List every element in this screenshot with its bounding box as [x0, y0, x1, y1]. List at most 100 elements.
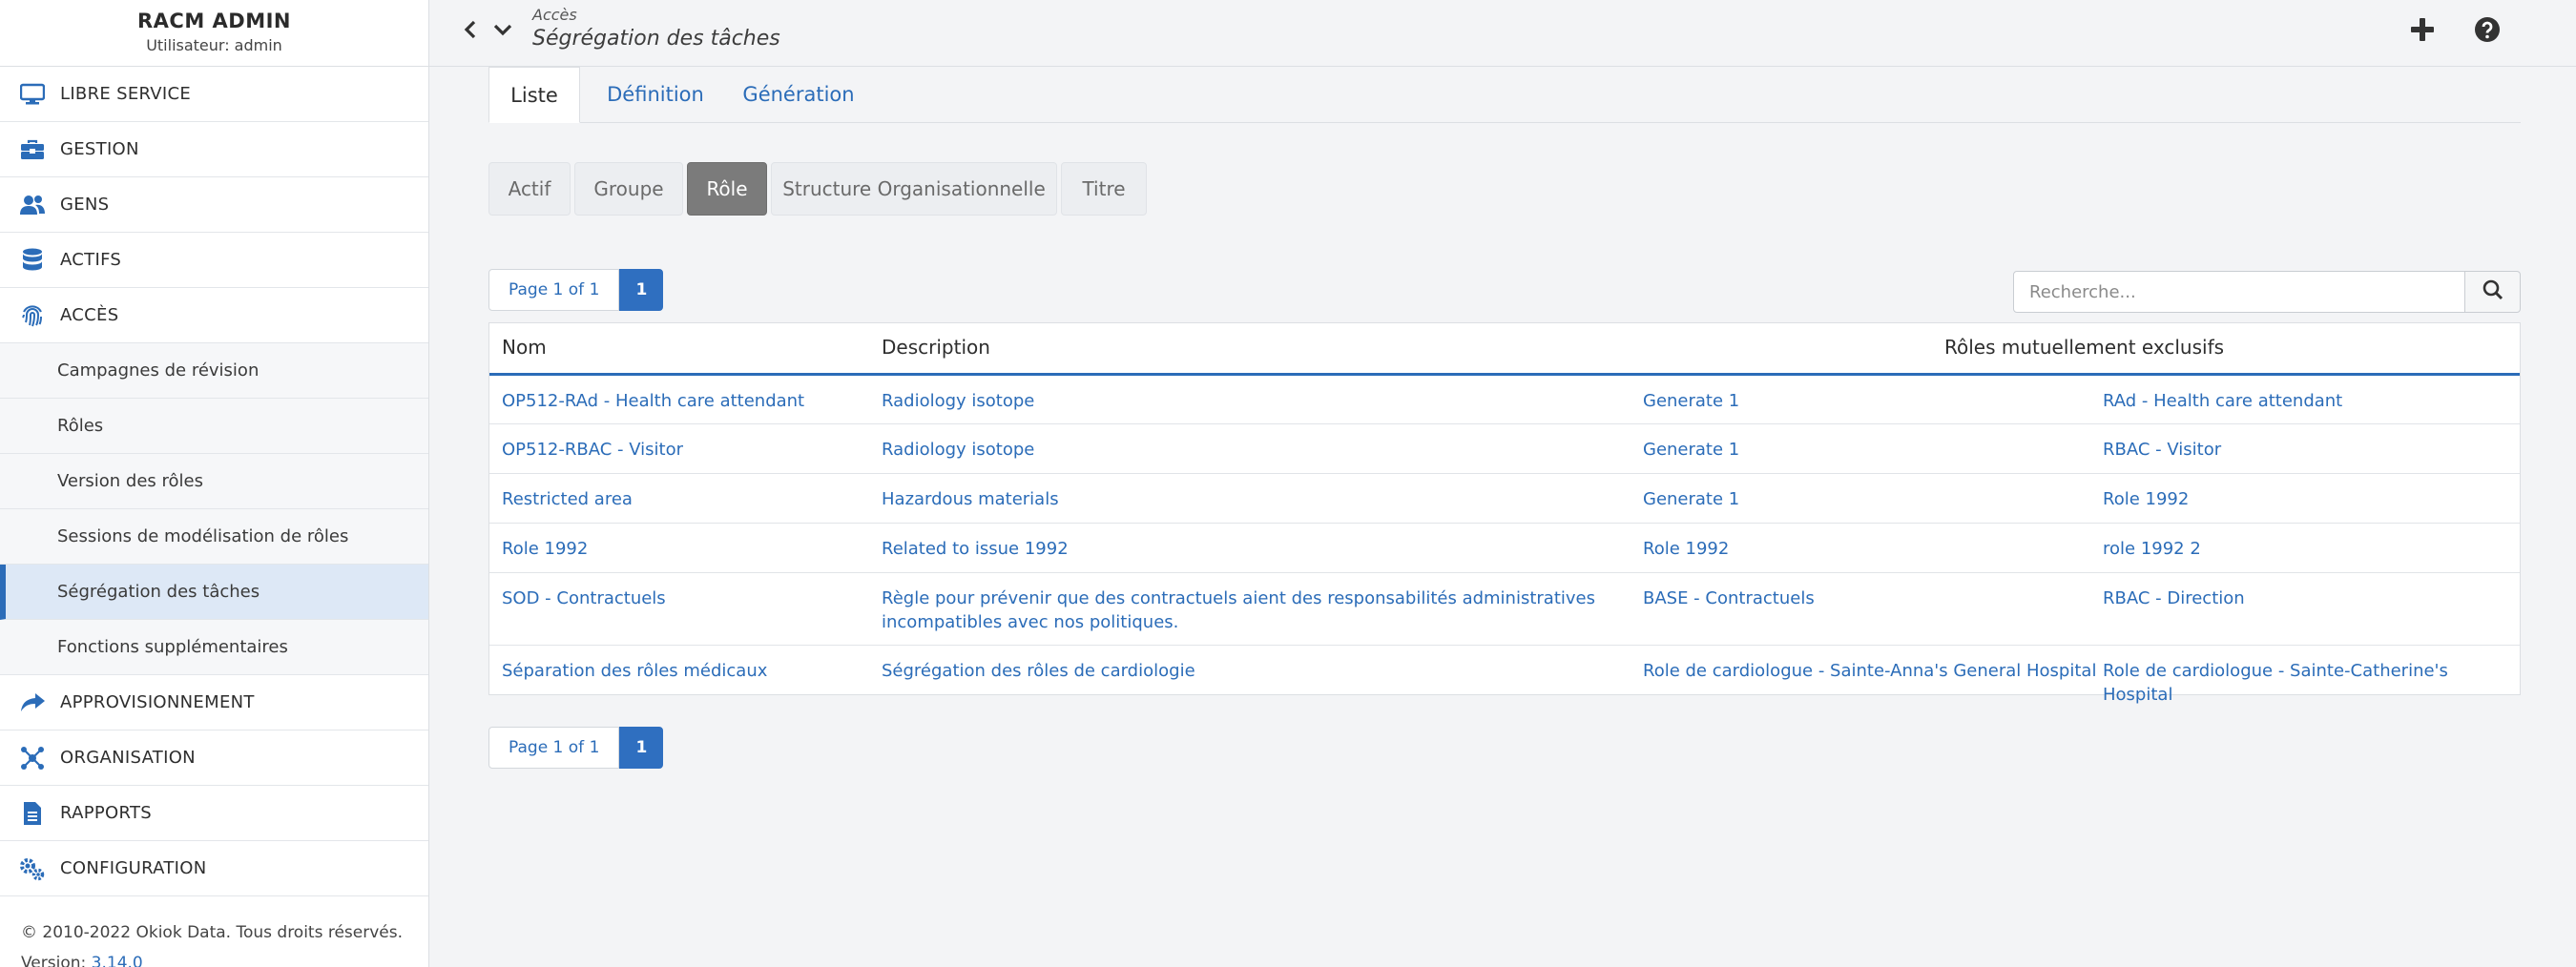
- search-icon: [2483, 279, 2503, 304]
- page-number[interactable]: 1: [619, 269, 664, 311]
- search-button[interactable]: [2465, 271, 2521, 313]
- column-header-roles-exclusifs: Rôles mutuellement exclusifs: [1944, 336, 2225, 359]
- view-tabs: Liste Définition Génération: [488, 67, 2521, 123]
- nav-gens[interactable]: GENS: [0, 177, 428, 233]
- cell-description[interactable]: Ségrégation des rôles de cardiologie: [882, 659, 1195, 683]
- nav-libre-service[interactable]: LIBRE SERVICE: [0, 67, 428, 122]
- cell-role-a[interactable]: Role 1992: [1643, 537, 1729, 561]
- cell-description[interactable]: Hazardous materials: [882, 487, 1059, 511]
- nav-label: GENS: [60, 195, 110, 215]
- nav-label: CONFIGURATION: [60, 858, 207, 878]
- cell-name[interactable]: Restricted area: [502, 487, 633, 511]
- table-row: OP512-RAd - Health care attendant Radiol…: [489, 376, 2520, 424]
- copyright: © 2010-2022 Okiok Data. Tous droits rése…: [21, 923, 404, 942]
- filter-role[interactable]: Rôle: [687, 162, 767, 216]
- cell-name[interactable]: OP512-RAd - Health care attendant: [502, 389, 804, 413]
- pagination-top: Page 1 of 1 1: [488, 269, 664, 311]
- database-icon: [19, 247, 46, 274]
- share-arrow-icon: [19, 689, 46, 716]
- chevron-left-icon: [463, 20, 478, 43]
- nav-label: ACTIFS: [60, 250, 122, 270]
- version-link[interactable]: 3.14.0: [92, 954, 143, 967]
- segregation-table: Nom Description Rôles mutuellement exclu…: [488, 322, 2521, 705]
- sidebar: RACM ADMIN Utilisateur: admin LIBRE SERV…: [0, 0, 429, 967]
- cell-name[interactable]: Role 1992: [502, 537, 588, 561]
- add-button[interactable]: [2408, 17, 2437, 46]
- page-number[interactable]: 1: [619, 727, 664, 769]
- help-button[interactable]: [2473, 17, 2502, 46]
- column-header-nom[interactable]: Nom: [502, 336, 547, 359]
- chevron-down-icon: [493, 22, 512, 41]
- breadcrumb-parent: Accès: [532, 6, 577, 24]
- version-line: Version: 3.14.0: [21, 954, 143, 967]
- subnav-fonctions-supplementaires[interactable]: Fonctions supplémentaires: [0, 620, 428, 675]
- plus-icon: [2409, 16, 2436, 47]
- monitor-icon: [19, 81, 46, 108]
- cell-role-b[interactable]: RBAC - Direction: [2103, 586, 2245, 610]
- tab-liste[interactable]: Liste: [488, 67, 580, 123]
- cell-role-b[interactable]: RAd - Health care attendant: [2103, 389, 2342, 413]
- toolbox-icon: [19, 136, 46, 163]
- version-label: Version:: [21, 954, 87, 967]
- cell-description[interactable]: Radiology isotope: [882, 438, 1034, 462]
- nav-label: ORGANISATION: [60, 748, 196, 768]
- cell-description[interactable]: Règle pour prévenir que des contractuels…: [882, 586, 1607, 634]
- cell-role-a[interactable]: Generate 1: [1643, 487, 1739, 511]
- back-button[interactable]: [456, 17, 485, 46]
- nav-actifs[interactable]: ACTIFS: [0, 233, 428, 288]
- table-row: Séparation des rôles médicaux Ségrégatio…: [489, 646, 2520, 705]
- users-icon: [19, 192, 46, 218]
- cell-role-b[interactable]: role 1992 2: [2103, 537, 2201, 561]
- cell-role-a[interactable]: BASE - Contractuels: [1643, 586, 1815, 610]
- subnav-segregation-taches[interactable]: Ségrégation des tâches: [0, 565, 428, 620]
- type-filter: Actif Groupe Rôle Structure Organisation…: [488, 162, 1147, 216]
- nav-gestion[interactable]: GESTION: [0, 122, 428, 177]
- nav-label: GESTION: [60, 139, 139, 159]
- filter-titre[interactable]: Titre: [1061, 162, 1147, 216]
- cell-role-b[interactable]: RBAC - Visitor: [2103, 438, 2221, 462]
- brand-header: RACM ADMIN Utilisateur: admin: [0, 0, 428, 67]
- subnav-roles[interactable]: Rôles: [0, 399, 428, 454]
- page-info[interactable]: Page 1 of 1: [488, 269, 620, 311]
- network-icon: [19, 745, 46, 772]
- column-header-description[interactable]: Description: [882, 336, 990, 359]
- report-icon: [19, 800, 46, 827]
- cell-name[interactable]: OP512-RBAC - Visitor: [502, 438, 683, 462]
- tab-definition[interactable]: Définition: [593, 67, 717, 122]
- table-row: SOD - Contractuels Règle pour prévenir q…: [489, 573, 2520, 646]
- help-icon: [2474, 16, 2501, 47]
- cell-name[interactable]: Séparation des rôles médicaux: [502, 659, 767, 683]
- subnav-campagnes-revision[interactable]: Campagnes de révision: [0, 343, 428, 399]
- nav-organisation[interactable]: ORGANISATION: [0, 730, 428, 786]
- cell-description[interactable]: Related to issue 1992: [882, 537, 1069, 561]
- filter-actif[interactable]: Actif: [488, 162, 571, 216]
- cell-role-a[interactable]: Role de cardiologue - Sainte-Anna's Gene…: [1643, 659, 2096, 683]
- nav-label: LIBRE SERVICE: [60, 84, 192, 104]
- page-info[interactable]: Page 1 of 1: [488, 727, 620, 769]
- search-input[interactable]: [2013, 271, 2465, 313]
- table-row: Restricted area Hazardous materials Gene…: [489, 474, 2520, 524]
- cell-role-b[interactable]: Role 1992: [2103, 487, 2189, 511]
- nav-rapports[interactable]: RAPPORTS: [0, 786, 428, 841]
- nav-acces[interactable]: ACCÈS: [0, 288, 428, 343]
- expand-button[interactable]: [488, 17, 517, 46]
- subnav-version-roles[interactable]: Version des rôles: [0, 454, 428, 509]
- subnav-sessions-modelisation[interactable]: Sessions de modélisation de rôles: [0, 509, 428, 565]
- cell-name[interactable]: SOD - Contractuels: [502, 586, 666, 610]
- filter-groupe[interactable]: Groupe: [574, 162, 683, 216]
- gears-icon: [19, 855, 46, 882]
- cell-role-b[interactable]: Role de cardiologue - Sainte-Catherine's…: [2103, 659, 2520, 707]
- nav-label: RAPPORTS: [60, 803, 152, 823]
- search-box: [2013, 271, 2521, 313]
- cell-role-a[interactable]: Generate 1: [1643, 389, 1739, 413]
- nav-approvisionnement[interactable]: APPROVISIONNEMENT: [0, 675, 428, 730]
- app-title: RACM ADMIN: [136, 10, 291, 32]
- nav-configuration[interactable]: CONFIGURATION: [0, 841, 428, 896]
- nav-label: ACCÈS: [60, 305, 119, 325]
- filter-structure-organisationnelle[interactable]: Structure Organisationnelle: [771, 162, 1057, 216]
- tab-generation[interactable]: Génération: [735, 67, 862, 122]
- cell-role-a[interactable]: Generate 1: [1643, 438, 1739, 462]
- table-row: OP512-RBAC - Visitor Radiology isotope G…: [489, 424, 2520, 474]
- cell-description[interactable]: Radiology isotope: [882, 389, 1034, 413]
- table-row: Role 1992 Related to issue 1992 Role 199…: [489, 524, 2520, 573]
